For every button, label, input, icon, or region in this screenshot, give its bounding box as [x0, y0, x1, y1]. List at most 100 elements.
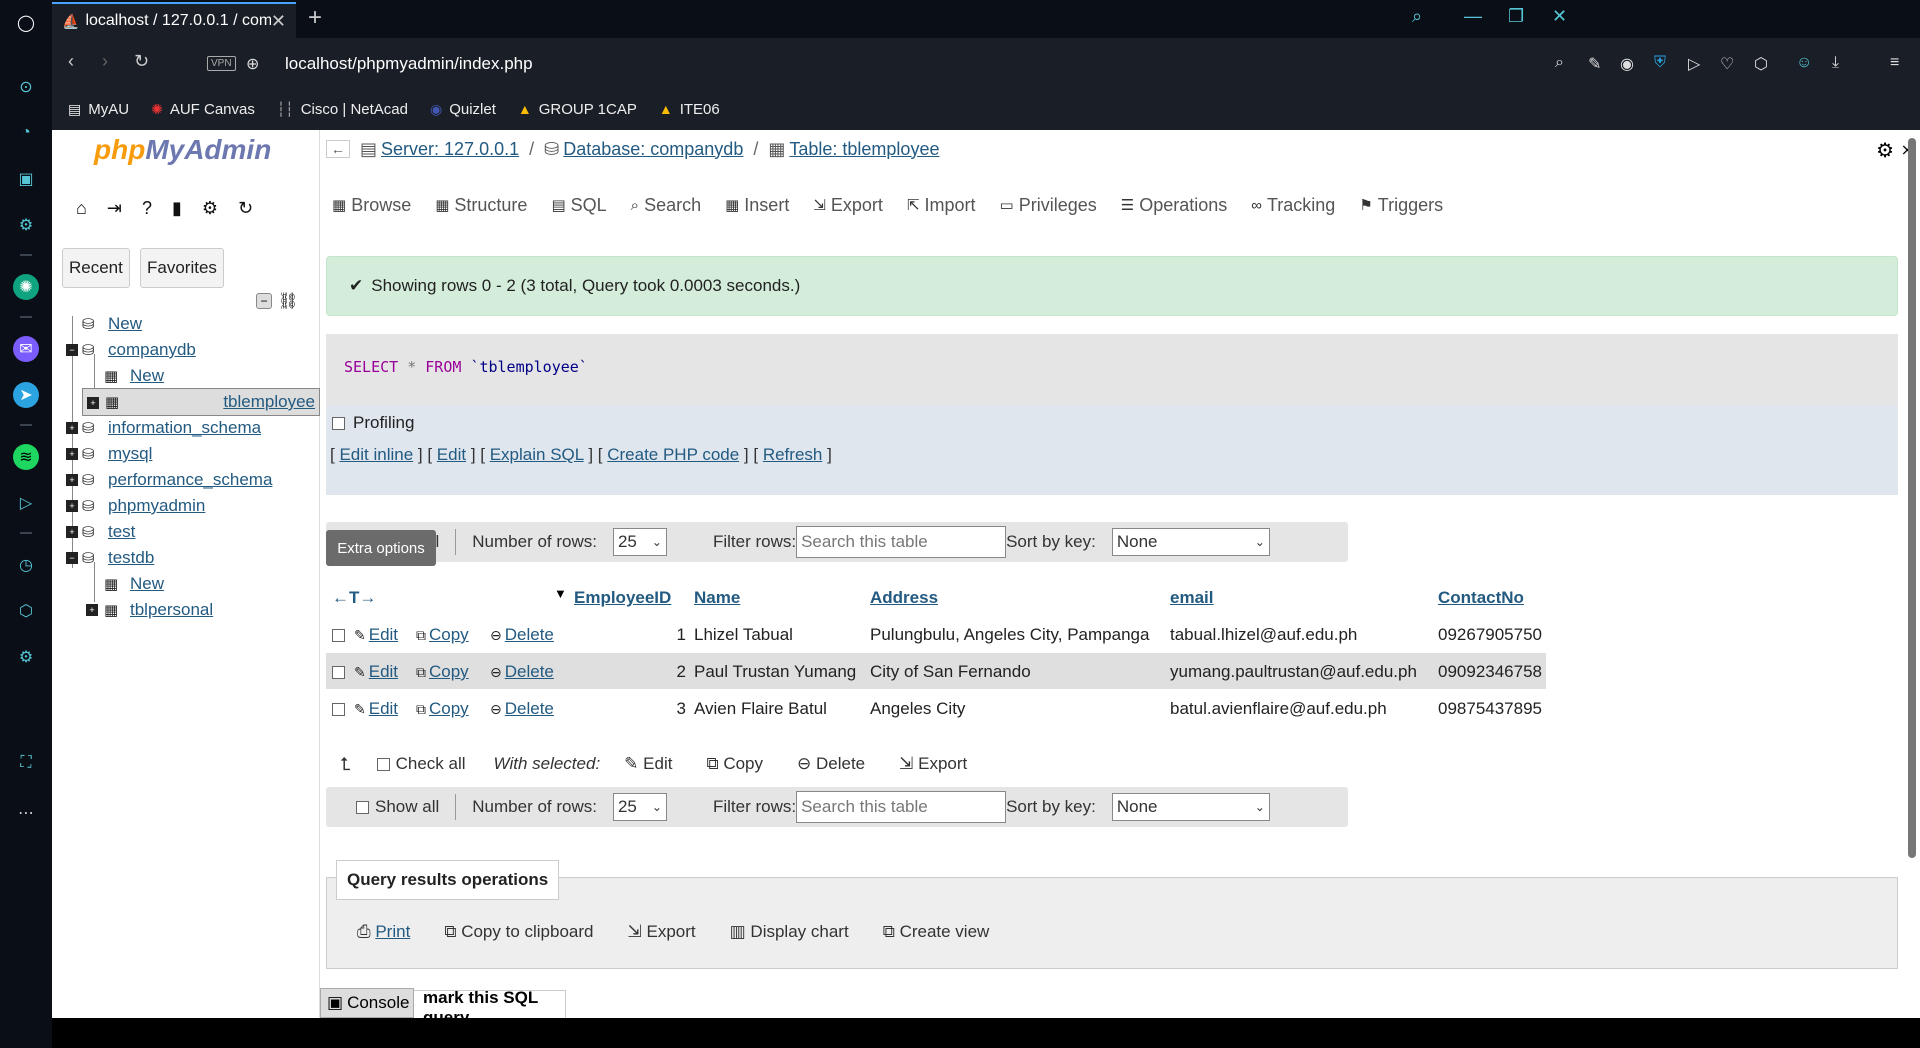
cell-email[interactable]: yumang.paultrustan@auf.edu.ph	[1170, 662, 1417, 682]
cell-name[interactable]: Paul Trustan Yumang	[694, 662, 856, 682]
gamepad-icon[interactable]: ⊙	[13, 74, 39, 100]
tree-item-companydb[interactable]: − ⛁ companydb	[66, 336, 196, 364]
settings-gear-icon[interactable]: ⚙	[202, 198, 218, 219]
bookmark-ite06[interactable]: ▲ ITE06	[659, 101, 720, 118]
tree-item-new-table[interactable]: ▦ New	[104, 362, 164, 390]
ai-icon[interactable]: ⚙	[13, 212, 39, 238]
tab-import[interactable]: ⇱ Import	[907, 195, 976, 216]
expand-node-icon[interactable]: +	[66, 500, 78, 512]
shield-icon[interactable]: ⛨	[1654, 54, 1666, 72]
export-results-button[interactable]: ⇲ Export	[628, 922, 696, 942]
display-chart-button[interactable]: ▥ Display chart	[730, 922, 849, 942]
profile-icon[interactable]: ☺	[1796, 54, 1812, 72]
show-all-check[interactable]	[356, 800, 369, 814]
tab-sql[interactable]: ▤ SQL	[551, 195, 606, 216]
tab-structure[interactable]: ▦ Structure	[435, 195, 527, 216]
chatgpt-icon[interactable]: ✺	[13, 274, 39, 300]
cell-name[interactable]: Lhizel Tabual	[694, 625, 793, 645]
expand-node-icon[interactable]: +	[87, 397, 99, 409]
row-edit-action[interactable]: ✎ Edit	[354, 625, 398, 645]
help-icon[interactable]: ?	[142, 198, 152, 219]
tree-item-testdb[interactable]: − ⛁ testdb	[66, 544, 154, 572]
row-checkbox[interactable]	[332, 699, 345, 719]
expand-node-icon[interactable]: +	[86, 604, 98, 616]
cube-icon[interactable]: ⬡	[13, 598, 39, 624]
tab-export[interactable]: ⇲ Export	[813, 195, 883, 216]
settings-icon[interactable]: ⚙	[13, 644, 39, 670]
cell-email[interactable]: tabual.lhizel@auf.edu.ph	[1170, 625, 1357, 645]
phpmyadmin-logo[interactable]: phpMyAdmin	[94, 134, 271, 166]
telegram-icon[interactable]: ➤	[13, 382, 39, 408]
row-copy-action[interactable]: ⧉ Copy	[416, 625, 469, 645]
bulk-copy-button[interactable]: ⧉ Copy	[706, 754, 763, 774]
column-email[interactable]: email	[1170, 588, 1213, 608]
bookmark-auf-canvas[interactable]: ✺ AUF Canvas	[151, 101, 255, 118]
collapse-node-icon[interactable]: −	[66, 344, 78, 356]
search-icon[interactable]: ⌕	[1412, 6, 1422, 27]
cell-employeeid[interactable]: 2	[674, 662, 686, 682]
edit-link[interactable]: Edit	[437, 445, 466, 464]
logout-icon[interactable]: ⇥	[107, 198, 122, 219]
create-view-button[interactable]: ⧉ Create view	[883, 922, 990, 942]
scrollbar-thumb[interactable]	[1908, 138, 1916, 858]
gallery-icon[interactable]: ⛶	[13, 750, 39, 776]
bookmark-cisco[interactable]: ┆┆ Cisco | NetAcad	[277, 101, 408, 118]
edit-page-icon[interactable]: ✎	[1588, 54, 1601, 74]
new-tab-icon[interactable]: +	[308, 4, 322, 32]
history-icon[interactable]: ◷	[13, 552, 39, 578]
spotify-icon[interactable]: ≋	[13, 444, 39, 470]
rows-select[interactable]: 25 ⌄	[612, 793, 667, 821]
vpn-badge[interactable]: VPN	[207, 56, 236, 71]
url-field[interactable]: localhost/phpmyadmin/index.php	[285, 54, 533, 74]
bookmark-myau[interactable]: ▤ MyAU	[68, 101, 129, 118]
tab-search[interactable]: ⌕ Search	[631, 195, 701, 216]
refresh-link[interactable]: Refresh	[763, 445, 823, 464]
bulk-edit-button[interactable]: ✎ Edit	[624, 754, 672, 774]
tree-item-new[interactable]: ⛁ New	[82, 310, 142, 338]
row-delete-action[interactable]: ⊖ Delete	[490, 699, 554, 719]
row-delete-action[interactable]: ⊖ Delete	[490, 625, 554, 645]
console-button[interactable]: ▣ Console	[320, 988, 414, 1018]
copy-to-clipboard-button[interactable]: ⧉ Copy to clipboard	[444, 922, 593, 942]
download-icon[interactable]: ⤓	[1832, 54, 1839, 72]
tab-triggers[interactable]: ⚑ Triggers	[1359, 195, 1443, 216]
page-settings-icon[interactable]: ⚙	[1876, 138, 1894, 163]
link-icon[interactable]: ⛓	[278, 291, 298, 311]
column-arrows[interactable]: ←T→	[332, 588, 376, 608]
restore-icon[interactable]: ❐	[1508, 6, 1524, 27]
show-all-checkbox[interactable]: Show all	[356, 797, 439, 817]
reload-nav-icon[interactable]: ↻	[238, 198, 253, 219]
menu-icon[interactable]: ≡	[1890, 54, 1899, 72]
rows-select[interactable]: 25 ⌄	[612, 528, 667, 556]
cell-email[interactable]: batul.avienflaire@auf.edu.ph	[1170, 699, 1387, 719]
briefcase-icon[interactable]: ▣	[13, 166, 39, 192]
column-contactno[interactable]: ContactNo	[1438, 588, 1524, 608]
cell-employeeid[interactable]: 3	[674, 699, 686, 719]
cell-contactno[interactable]: 09875437895	[1438, 699, 1542, 719]
tree-item-tblemployee[interactable]: + ▦ tblemployee	[82, 388, 320, 416]
heart-icon[interactable]: ♡	[1720, 54, 1734, 74]
row-delete-action[interactable]: ⊖ Delete	[490, 662, 554, 682]
minimize-icon[interactable]: —	[1464, 6, 1482, 27]
tree-item-test[interactable]: + ⛁ test	[66, 518, 135, 546]
cell-address[interactable]: Pulungbulu, Angeles City, Pampanga	[870, 625, 1149, 645]
more-icon[interactable]: ⋯	[13, 800, 39, 826]
tree-item-new-table-testdb[interactable]: ▦ New	[104, 570, 164, 598]
tree-item-mysql[interactable]: + ⛁ mysql	[66, 440, 152, 468]
tab-operations[interactable]: ☰ Operations	[1121, 195, 1228, 216]
expand-node-icon[interactable]: +	[66, 448, 78, 460]
snapshot-icon[interactable]: ◉	[1620, 54, 1634, 74]
row-copy-action[interactable]: ⧉ Copy	[416, 662, 469, 682]
profiling-checkbox[interactable]: Profiling	[332, 413, 414, 433]
cell-address[interactable]: Angeles City	[870, 699, 965, 719]
cell-contactno[interactable]: 09267905750	[1438, 625, 1542, 645]
edit-inline-link[interactable]: Edit inline	[339, 445, 413, 464]
extra-options-button[interactable]: Extra options	[326, 530, 436, 566]
cell-name[interactable]: Avien Flaire Batul	[694, 699, 827, 719]
column-employeeid[interactable]: EmployeeID	[574, 588, 671, 608]
filter-input[interactable]: Search this table	[796, 791, 1007, 823]
flow-icon[interactable]: ▷	[1688, 54, 1700, 74]
bulk-export-button[interactable]: ⇲ Export	[899, 754, 967, 774]
bulk-delete-button[interactable]: ⊖ Delete	[797, 754, 865, 774]
tab-privileges[interactable]: ▭ Privileges	[1000, 195, 1097, 216]
